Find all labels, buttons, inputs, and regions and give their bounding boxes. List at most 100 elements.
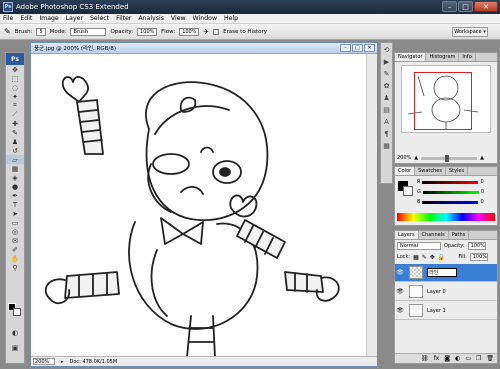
visibility-eye-icon[interactable]: 👁	[395, 288, 405, 295]
type-tool-icon[interactable]: T	[6, 200, 24, 209]
new-layer-icon[interactable]: ❐	[476, 355, 481, 362]
zoom-in-icon[interactable]: ▲	[480, 155, 484, 161]
tab-info[interactable]: Info	[459, 53, 476, 61]
crop-tool-icon[interactable]: ⌗	[6, 101, 24, 110]
marquee-tool-icon[interactable]: ⬚	[6, 74, 24, 83]
color-spectrum-bar[interactable]	[397, 213, 495, 221]
lock-transparency-icon[interactable]: ▦	[413, 254, 419, 261]
path-selection-icon[interactable]: ➤	[6, 209, 24, 218]
layer-row[interactable]: 👁 Layer 1	[395, 302, 497, 320]
history-brush-icon[interactable]: ↺	[6, 146, 24, 155]
actions-panel-icon[interactable]: ▶	[381, 57, 392, 67]
lock-position-icon[interactable]: ✥	[430, 254, 435, 261]
lock-pixels-icon[interactable]: ✎	[422, 254, 427, 261]
tool-presets-icon[interactable]: ✎	[381, 69, 392, 79]
adjustment-layer-icon[interactable]: ◐	[455, 355, 460, 362]
menu-select[interactable]: Select	[90, 15, 109, 22]
brush-tool-icon[interactable]: ✎	[6, 128, 24, 137]
pen-tool-icon[interactable]: ✒	[6, 191, 24, 200]
opacity-field[interactable]: 100%	[137, 27, 158, 36]
flow-field[interactable]: 100%	[179, 27, 200, 36]
blend-mode-select[interactable]: Normal	[397, 242, 441, 250]
tab-layers[interactable]: Layers	[395, 231, 419, 239]
maximize-button[interactable]: □	[458, 1, 473, 12]
menu-window[interactable]: Window	[193, 15, 217, 22]
channel-r-value[interactable]: 0	[480, 179, 483, 185]
menu-help[interactable]: Help	[224, 15, 238, 22]
move-tool-icon[interactable]: ✥	[6, 65, 24, 74]
layer-mask-icon[interactable]: ◙	[444, 355, 450, 362]
layer-row[interactable]: 👁 라인	[395, 264, 497, 282]
minimize-button[interactable]: –	[442, 1, 457, 12]
delete-layer-icon[interactable]: 🗑	[486, 355, 494, 362]
layer-comps-icon[interactable]: ▤	[381, 105, 392, 115]
image-canvas[interactable]	[31, 54, 367, 358]
menu-analysis[interactable]: Analysis	[138, 15, 164, 22]
clone-stamp-icon[interactable]: ♟	[6, 137, 24, 146]
zoom-out-icon[interactable]: ▲	[414, 155, 418, 161]
visibility-eye-icon[interactable]: 👁	[395, 307, 405, 314]
layer-name-input[interactable]: 라인	[427, 268, 457, 277]
tab-navigator[interactable]: Navigator	[395, 53, 427, 61]
tab-histogram[interactable]: Histogram	[426, 53, 460, 61]
zoom-slider-knob[interactable]	[445, 154, 450, 162]
eraser-icon[interactable]: ▱	[6, 155, 24, 164]
tab-channels[interactable]: Channels	[419, 231, 449, 239]
channel-b-slider[interactable]	[422, 200, 479, 204]
brush-size-picker[interactable]: 5	[36, 27, 46, 36]
tab-paths[interactable]: Paths	[449, 231, 470, 239]
blur-tool-icon[interactable]: ◈	[6, 173, 24, 182]
layer-opacity-field[interactable]: 100%	[467, 242, 486, 250]
airbrush-icon[interactable]: ✈	[203, 28, 209, 36]
erase-to-history-checkbox[interactable]	[213, 28, 220, 35]
visibility-eye-icon[interactable]: 👁	[395, 269, 405, 276]
measurement-log-icon[interactable]: ▦	[381, 141, 392, 151]
tab-styles[interactable]: Styles	[446, 167, 469, 175]
slice-tool-icon[interactable]: ⟋	[6, 110, 24, 119]
workspace-button[interactable]: Workspace ▾	[452, 27, 488, 37]
eraser-tool-icon[interactable]: ✎	[4, 27, 11, 36]
tab-color[interactable]: Color	[395, 167, 416, 175]
history-panel-icon[interactable]: ⟲	[381, 45, 392, 55]
magic-wand-icon[interactable]: ✦	[6, 92, 24, 101]
menu-view[interactable]: View	[171, 15, 186, 22]
lock-all-icon[interactable]: 🔒	[438, 254, 445, 261]
3d-rotate-icon[interactable]: ◎	[6, 227, 24, 236]
hand-tool-icon[interactable]: ✋	[6, 254, 24, 263]
navigator-zoom-slider[interactable]	[421, 154, 478, 162]
document-maximize-button[interactable]: □	[352, 44, 363, 52]
background-color-swatch[interactable]	[13, 308, 21, 316]
color-background-swatch[interactable]	[403, 186, 413, 196]
document-close-button[interactable]: ✕	[364, 44, 375, 52]
menu-layer[interactable]: Layer	[66, 15, 83, 22]
screen-mode-icon[interactable]: ▣	[6, 343, 24, 352]
fill-field[interactable]: 100%	[469, 253, 488, 261]
notes-tool-icon[interactable]: ✉	[6, 236, 24, 245]
vertical-scrollbar[interactable]	[366, 54, 377, 357]
lasso-tool-icon[interactable]: ◌	[6, 83, 24, 92]
clone-source-icon[interactable]: ♟	[381, 93, 392, 103]
channel-b-value[interactable]: 0	[480, 199, 483, 205]
eyedropper-icon[interactable]: ✐	[6, 245, 24, 254]
zoom-tool-icon[interactable]: ⚲	[6, 263, 24, 272]
gradient-tool-icon[interactable]: ▦	[6, 164, 24, 173]
navigator-zoom-value[interactable]: 200%	[397, 155, 411, 161]
tab-swatches[interactable]: Swatches	[415, 167, 446, 175]
paragraph-panel-icon[interactable]: ¶	[381, 129, 392, 139]
new-group-icon[interactable]: ▭	[465, 355, 471, 362]
channel-g-slider[interactable]	[422, 190, 479, 194]
close-button[interactable]: ✕	[474, 1, 498, 12]
menu-edit[interactable]: Edit	[20, 15, 32, 22]
document-minimize-button[interactable]: –	[340, 44, 351, 52]
zoom-level-field[interactable]: 200%	[33, 358, 55, 365]
channel-g-value[interactable]: 0	[481, 189, 484, 195]
layer-row[interactable]: 👁 Layer 0	[395, 283, 497, 301]
quick-mask-icon[interactable]: ◐	[6, 328, 24, 337]
shape-tool-icon[interactable]: ▭	[6, 218, 24, 227]
channel-r-slider[interactable]	[422, 180, 479, 184]
menu-image[interactable]: Image	[39, 15, 58, 22]
menu-file[interactable]: File	[3, 15, 13, 22]
document-info-arrow-icon[interactable]: ▸	[61, 359, 64, 365]
healing-brush-icon[interactable]: ✚	[6, 119, 24, 128]
layer-style-icon[interactable]: fx	[434, 355, 440, 362]
